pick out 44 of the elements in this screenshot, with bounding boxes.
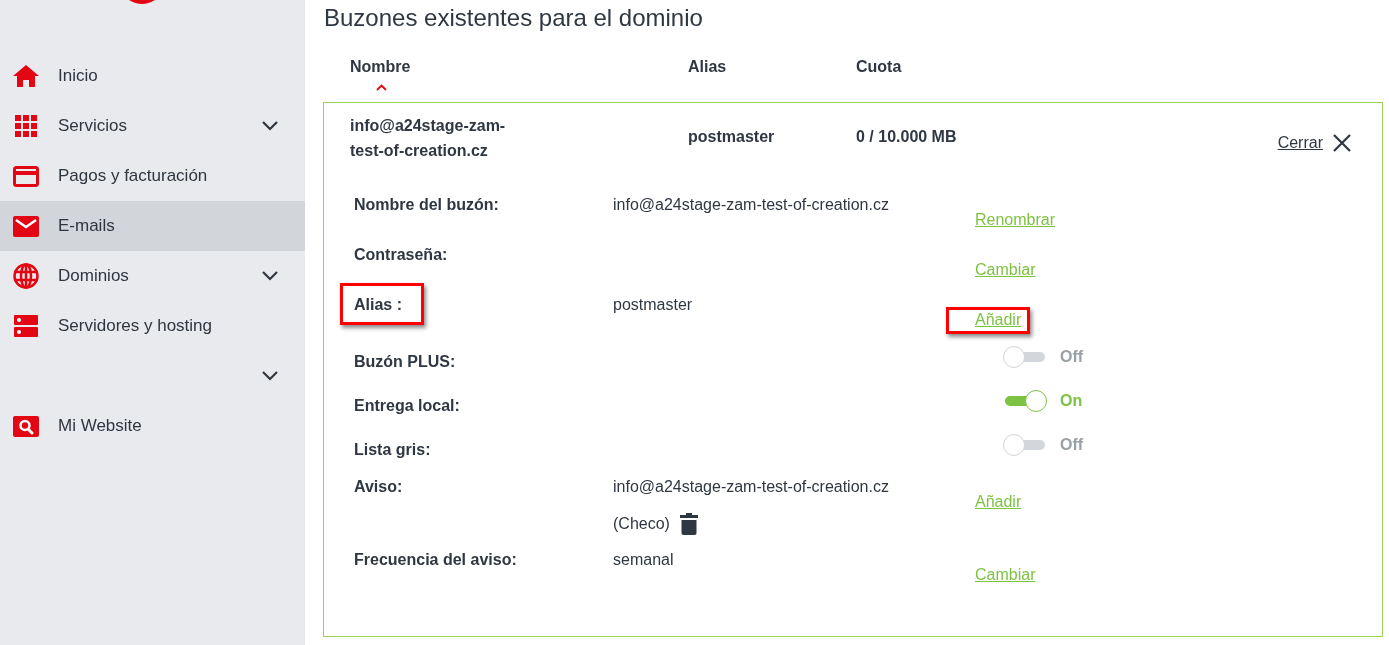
toggle-switch[interactable] [1003,346,1047,368]
grid-icon [15,115,37,137]
server-icon [14,315,38,337]
field-label: Entrega local: [354,396,460,416]
column-header[interactable]: Cuota [856,57,902,77]
field-label: Aviso: [354,477,403,497]
toggle-state-label: Off [1060,347,1084,367]
toggle-switch[interactable] [1003,390,1047,412]
logo-icon [129,0,155,4]
sidebar-item[interactable]: Servicios [0,101,305,151]
field-value: postmaster [613,295,693,315]
mail-icon [13,215,39,237]
globe-icon [13,263,39,289]
toggle-switch[interactable] [1003,434,1047,456]
toggle-state-label: On [1060,391,1083,411]
column-header[interactable]: Nombre [350,57,411,77]
search-icon [13,415,39,437]
field-value: info@a24stage-zam-test-of-creation.cz [613,195,889,215]
sidebar-item[interactable]: Inicio [0,51,305,101]
field-label: Lista gris: [354,440,431,460]
table-cell-text: info@a24stage-zam-test-of-creation.cz [350,116,507,161]
field-value: semanal [613,550,674,570]
sidebar-item[interactable]: Pagos y facturación [0,151,305,201]
column-header[interactable]: Alias [688,57,727,77]
page-title: Buzones existentes para el dominio [324,3,704,33]
sidebar-item[interactable]: Dominios [0,251,305,301]
field-value: info@a24stage-zam-test-of-creation.cz [613,477,889,497]
field-label: Alias : [354,295,402,315]
sidebar-item[interactable]: Mi Website [0,401,305,451]
field-label: Nombre del buzón: [354,195,499,215]
sidebar-item[interactable]: Servidores y hosting [0,301,305,351]
toggle-state-label: Off [1060,435,1084,455]
home-icon [13,65,39,87]
field-label: Frecuencia del aviso: [354,550,517,570]
sidebar-item[interactable]: E-mails [0,201,305,251]
field-label: Contraseña: [354,245,448,265]
language-note: (Checo) [613,514,670,534]
close-icon [1333,134,1351,152]
table-cell: 0 / 10.000 MB [856,127,957,147]
trash-icon[interactable] [679,513,698,535]
close-button[interactable]: Cerrar [1277,132,1351,154]
field-label: Buzón PLUS: [354,352,456,372]
credit-card-icon [13,165,39,187]
table-cell: postmaster [688,127,775,147]
